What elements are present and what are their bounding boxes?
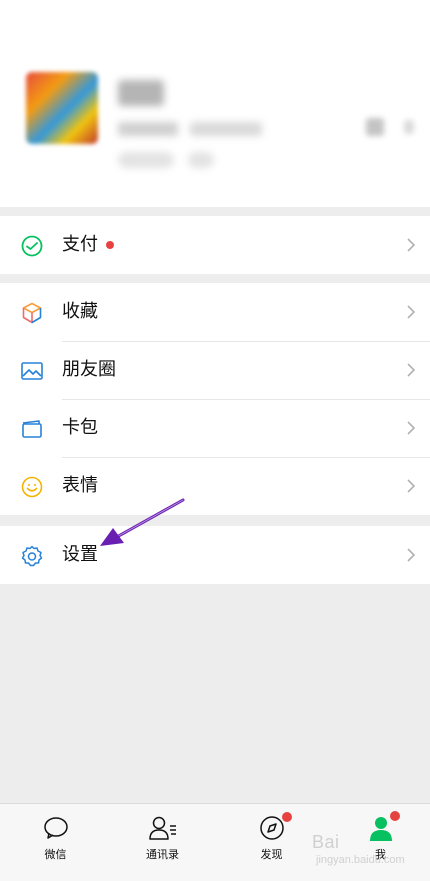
tab-me[interactable]: 我 xyxy=(327,804,430,881)
tab-label: 发现 xyxy=(260,848,283,861)
contacts-icon xyxy=(148,816,176,840)
tab-chats[interactable]: 微信 xyxy=(2,804,109,881)
chat-icon xyxy=(43,817,68,839)
notification-dot xyxy=(282,812,292,822)
tab-label: 微信 xyxy=(44,848,67,861)
notification-dot xyxy=(390,811,400,821)
watermark: Bai xyxy=(312,832,340,852)
tab-contacts[interactable]: 通讯录 xyxy=(109,804,216,881)
compass-icon xyxy=(259,816,284,840)
watermark-subtext: jingyan.baidu.com xyxy=(316,854,405,866)
annotation-arrow xyxy=(100,498,185,546)
tab-discover[interactable]: 发现 xyxy=(218,804,325,881)
me-icon xyxy=(369,817,392,841)
bottom-tab-bar: 微信 通讯录 发现 我 xyxy=(0,803,430,881)
tab-label: 通讯录 xyxy=(146,848,179,861)
